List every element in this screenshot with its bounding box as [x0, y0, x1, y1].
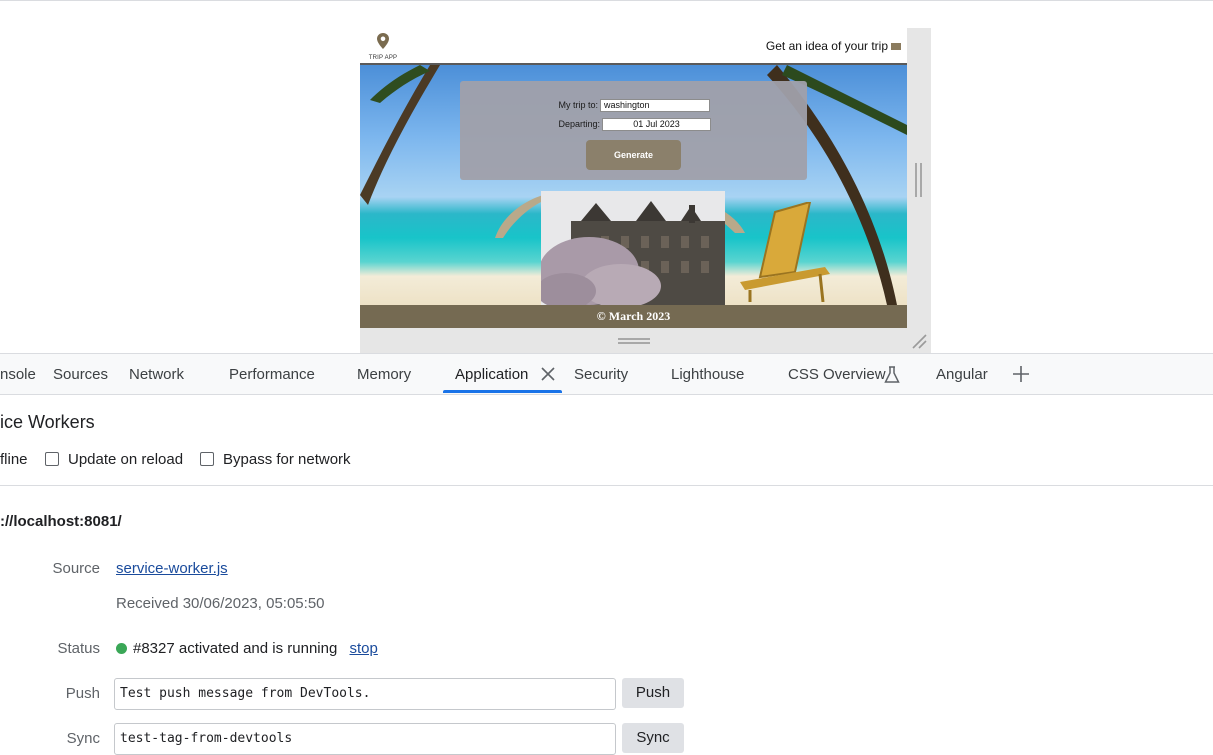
status-value: #8327 activated and is running stop	[116, 640, 378, 657]
destination-label: My trip to:	[558, 100, 598, 110]
logo-text: TRIP APP	[368, 55, 398, 61]
destination-input[interactable]: washington	[600, 99, 710, 112]
push-message-input[interactable]: Test push message from DevTools.	[114, 678, 616, 710]
status-running-icon	[116, 643, 127, 654]
app-logo[interactable]: TRIP APP	[368, 33, 398, 61]
received-timestamp: Received 30/06/2023, 05:05:50	[116, 595, 325, 612]
resize-grip-horizontal[interactable]	[618, 338, 650, 344]
device-vertical-resizer[interactable]	[907, 28, 931, 353]
add-tab-icon[interactable]	[1011, 364, 1031, 384]
sync-label: Sync	[66, 730, 100, 747]
departing-label: Departing:	[558, 119, 600, 129]
device-preview-area: TRIP APP Get an idea of your trip My tri…	[0, 0, 1213, 353]
devtools-tab-bar: nsole Sources Network Performance Memory…	[0, 353, 1213, 395]
trip-form-panel: My trip to: washington Departing: 01 Jul…	[460, 81, 807, 180]
source-file-link[interactable]: service-worker.js	[116, 560, 228, 577]
tab-angular[interactable]: Angular	[936, 354, 988, 394]
trip-idea-text: Get an idea of your trip	[765, 39, 888, 53]
app-header: TRIP APP Get an idea of your trip	[360, 28, 907, 65]
sync-tag-input[interactable]: test-tag-from-devtools	[114, 723, 616, 755]
push-label: Push	[65, 685, 100, 702]
app-footer: © March 2023	[360, 305, 907, 328]
generate-button[interactable]: Generate	[586, 140, 681, 170]
service-workers-panel: ice Workers fline Update on reload Bypas…	[0, 395, 1213, 755]
bypass-for-network-checkbox[interactable]	[200, 452, 214, 466]
device-viewport: TRIP APP Get an idea of your trip My tri…	[360, 28, 907, 328]
tab-security[interactable]: Security	[574, 354, 628, 394]
tab-css-overview[interactable]: CSS Overview	[788, 354, 886, 394]
section-divider	[0, 485, 1213, 486]
update-on-reload-checkbox[interactable]	[45, 452, 59, 466]
stop-link[interactable]: stop	[350, 640, 378, 657]
tab-application[interactable]: Application	[455, 354, 528, 394]
panel-title: ice Workers	[0, 412, 95, 432]
active-tab-indicator	[443, 390, 562, 393]
beach-hero-background: My trip to: washington Departing: 01 Jul…	[360, 65, 907, 306]
departing-date-input[interactable]: 01 Jul 2023	[602, 118, 711, 131]
bypass-for-network-label[interactable]: Bypass for network	[223, 451, 351, 468]
status-label: Status	[57, 640, 100, 657]
tab-performance[interactable]: Performance	[229, 354, 315, 394]
map-icon	[891, 43, 901, 51]
experiment-flask-icon	[884, 366, 900, 383]
device-horizontal-resizer[interactable]	[360, 328, 907, 353]
sync-button[interactable]: Sync	[622, 723, 684, 753]
map-pin-icon	[377, 33, 389, 49]
tab-sources[interactable]: Sources	[53, 354, 108, 394]
close-tab-icon[interactable]	[540, 366, 556, 382]
building-photo-image	[541, 191, 725, 306]
destination-photo	[541, 191, 725, 306]
tab-memory[interactable]: Memory	[357, 354, 411, 394]
resize-grip-vertical[interactable]	[915, 163, 922, 197]
worker-origin: ://localhost:8081/	[0, 513, 122, 530]
tab-network[interactable]: Network	[129, 354, 184, 394]
tab-console[interactable]: nsole	[0, 354, 36, 394]
push-button[interactable]: Push	[622, 678, 684, 708]
source-label: Source	[52, 560, 100, 577]
update-on-reload-label[interactable]: Update on reload	[68, 451, 183, 468]
tab-lighthouse[interactable]: Lighthouse	[671, 354, 744, 394]
offline-label[interactable]: fline	[0, 451, 28, 468]
resize-corner-icon[interactable]	[911, 333, 927, 349]
status-text: #8327 activated and is running	[133, 640, 338, 657]
beach-chair-image	[740, 202, 830, 302]
trip-idea-link[interactable]: Get an idea of your trip	[766, 39, 901, 53]
